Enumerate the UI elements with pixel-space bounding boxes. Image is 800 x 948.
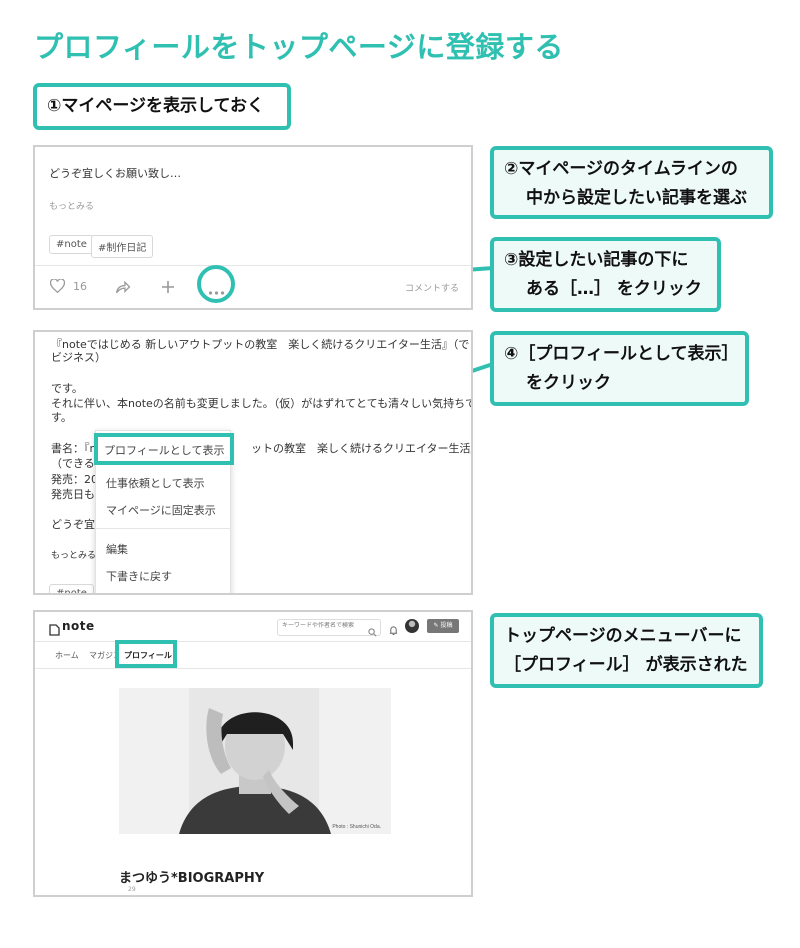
search-box[interactable] — [277, 619, 381, 637]
step5-callout: トップページのメニューバーに ［プロフィール］ が表示された — [490, 613, 763, 688]
article-excerpt[interactable]: どうぞ宜しくお願い致し… — [49, 165, 181, 181]
avatar[interactable] — [405, 619, 419, 633]
tag-seisaku[interactable]: #制作日記 — [91, 235, 154, 258]
post-button-label: 投稿 — [440, 622, 453, 629]
menu-divider — [96, 528, 230, 529]
like-count: 29 — [128, 886, 136, 893]
article-line-1: 『noteではじめる 新しいアウトプットの教室 楽しく続けるクリエイター生活』（… — [51, 338, 473, 351]
post-button[interactable]: ✎ 投稿 — [427, 619, 459, 633]
menu-item-pin[interactable]: マイページに固定表示 — [106, 502, 216, 518]
profile-photo: Photo : Shunichi Oda. — [119, 688, 391, 834]
step3-callout: ③設定したい記事の下に ある［…］ をクリック — [490, 237, 721, 312]
step4-callout: ④［プロフィールとして表示］ をクリック — [490, 331, 749, 406]
search-input[interactable] — [282, 622, 364, 629]
profile-title: まつゆう*BIOGRAPHY — [119, 871, 265, 886]
nav-home[interactable]: ホーム — [55, 650, 79, 661]
behind-menu-text: ットの教室 楽しく続けるクリエイター生活』 — [251, 442, 473, 455]
article-line-8: 書名：『n — [51, 442, 97, 455]
more-button-highlight[interactable] — [197, 265, 235, 303]
menu-item-profile[interactable]: プロフィールとして表示 — [104, 442, 224, 458]
nav-profile-highlight[interactable]: プロフィール — [115, 640, 177, 668]
article-line-4: です。 — [51, 382, 83, 395]
comment-link[interactable]: コメントする — [405, 281, 459, 294]
share-icon[interactable] — [115, 279, 131, 298]
step5-line1: トップページのメニューバーに — [504, 626, 742, 646]
step2-callout: ②マイページのタイムラインの 中から設定したい記事を選ぶ — [490, 146, 773, 219]
tag-note-partial[interactable]: #note — [49, 584, 94, 593]
step2-line1: ②マイページのタイムラインの — [504, 159, 738, 179]
note-logo[interactable]: note — [62, 619, 95, 633]
article-line-2: ビジネス） — [51, 351, 106, 364]
nav-profile[interactable]: プロフィール — [124, 650, 172, 661]
heart-icon[interactable] — [49, 278, 66, 297]
step3-line2: ある［…］ をクリック — [526, 279, 702, 299]
pen-icon: ✎ — [433, 622, 439, 629]
more-dots-icon — [208, 281, 225, 300]
context-menu: プロフィールとして表示 仕事依頼として表示 マイページに固定表示 編集 下書きに… — [94, 430, 234, 593]
like-count: 16 — [73, 280, 87, 293]
bell-icon[interactable] — [389, 621, 398, 640]
read-more-link[interactable]: もっとみる — [51, 549, 96, 564]
menu-item-work-request[interactable]: 仕事依頼として表示 — [106, 475, 205, 491]
step4-line1: ④［プロフィールとして表示］ — [504, 344, 739, 364]
note-logo-icon — [49, 621, 60, 640]
screenshot-article-menu: 『noteではじめる 新しいアウトプットの教室 楽しく続けるクリエイター生活』（… — [33, 330, 473, 595]
step2-line2: 中から設定したい記事を選ぶ — [526, 188, 747, 208]
heart-icon[interactable] — [119, 887, 126, 895]
step4-line2: をクリック — [526, 373, 611, 393]
step3-line1: ③設定したい記事の下に — [504, 250, 689, 270]
menu-item-profile-highlight[interactable]: プロフィールとして表示 — [94, 433, 234, 465]
menu-item-draft[interactable]: 下書きに戻す — [106, 568, 172, 584]
plus-icon[interactable] — [161, 279, 175, 298]
photo-credit: Photo : Shunichi Oda. — [332, 824, 381, 830]
article-line-5: それに伴い、本noteの名前も変更しました。（仮）がはずれてとても清々しい気持ち… — [51, 397, 473, 410]
tag-note[interactable]: #note — [49, 235, 94, 254]
search-icon[interactable] — [368, 622, 377, 641]
menu-item-edit[interactable]: 編集 — [106, 541, 128, 557]
step5-line2: ［プロフィール］ が表示された — [504, 655, 748, 675]
read-more-link[interactable]: もっとみる — [49, 199, 94, 212]
article-line-6: す。 — [51, 411, 72, 424]
screenshot-top-page: note ✎ 投稿 ホーム マガジン プロフィール Photo : Shunic… — [33, 610, 473, 897]
screenshot-timeline: どうぞ宜しくお願い致し… もっとみる #note #制作日記 16 コメントする — [33, 145, 473, 310]
